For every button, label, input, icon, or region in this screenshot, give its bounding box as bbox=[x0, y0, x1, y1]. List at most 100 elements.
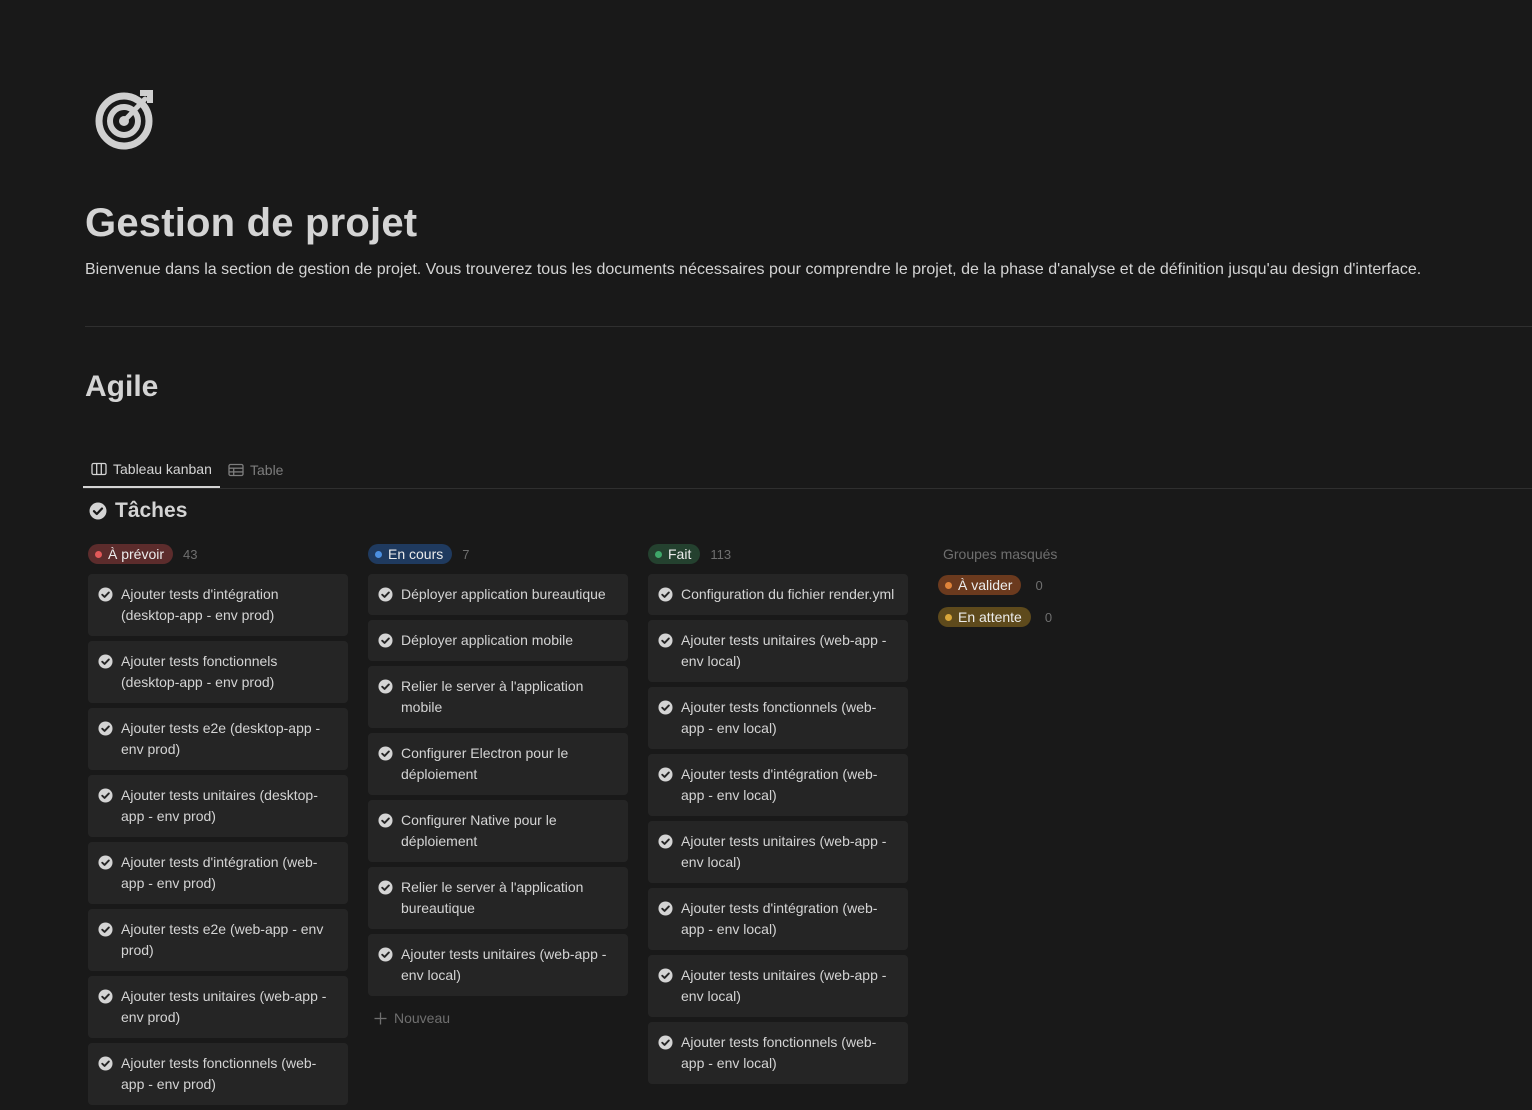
task-card[interactable]: Relier le server à l'application mobile bbox=[368, 666, 628, 728]
hidden-group-row[interactable]: À valider 0 bbox=[938, 575, 1138, 595]
task-card[interactable]: Déployer application mobile bbox=[368, 620, 628, 661]
check-circle-icon bbox=[98, 654, 113, 669]
tab-table[interactable]: Table bbox=[220, 452, 291, 487]
task-card[interactable]: Configurer Native pour le déploiement bbox=[368, 800, 628, 862]
task-card[interactable]: Déployer application bureautique bbox=[368, 574, 628, 615]
task-title: Ajouter tests unitaires (desktop-app - e… bbox=[121, 787, 318, 824]
task-card[interactable]: Ajouter tests fonctionnels (web-app - en… bbox=[648, 687, 908, 749]
task-card[interactable]: Configuration du fichier render.yml bbox=[648, 574, 908, 615]
status-dot bbox=[375, 550, 382, 558]
task-title: Ajouter tests fonctionnels (web-app - en… bbox=[681, 699, 877, 736]
task-title: Ajouter tests unitaires (web-app - env p… bbox=[121, 988, 327, 1025]
task-card[interactable]: Relier le server à l'application bureaut… bbox=[368, 867, 628, 929]
check-circle-icon bbox=[658, 767, 673, 782]
tab-label: Table bbox=[250, 461, 284, 478]
status-label: En cours bbox=[388, 546, 444, 562]
status-dot bbox=[945, 581, 952, 589]
status-pill[interactable]: À prévoir bbox=[88, 544, 174, 564]
task-card[interactable]: Ajouter tests d'intégration (desktop-app… bbox=[88, 574, 348, 636]
task-card[interactable]: Ajouter tests d'intégration (web-app - e… bbox=[648, 754, 908, 816]
task-title: Ajouter tests e2e (web-app - env prod) bbox=[121, 921, 324, 958]
check-circle-icon bbox=[378, 947, 393, 962]
status-dot bbox=[655, 550, 662, 558]
check-circle-icon bbox=[98, 989, 113, 1004]
task-card[interactable]: Ajouter tests unitaires (desktop-app - e… bbox=[88, 775, 348, 837]
task-card[interactable]: Ajouter tests fonctionnels (desktop-app … bbox=[88, 641, 348, 703]
task-title: Ajouter tests d'intégration (web-app - e… bbox=[681, 766, 878, 803]
plus-icon bbox=[374, 1012, 387, 1024]
task-title: Ajouter tests e2e (desktop-app - env pro… bbox=[121, 720, 321, 757]
tab-tableau-kanban[interactable]: Tableau kanban bbox=[83, 452, 220, 488]
check-circle-icon bbox=[658, 834, 673, 849]
new-card-button[interactable]: Nouveau bbox=[368, 1001, 628, 1035]
task-title: Ajouter tests fonctionnels (desktop-app … bbox=[121, 653, 278, 690]
database-title-label: Tâches bbox=[115, 499, 188, 522]
column-count: 43 bbox=[183, 546, 198, 562]
table-icon bbox=[228, 463, 244, 476]
hidden-groups-title[interactable]: Groupes masqués bbox=[938, 543, 1138, 565]
status-label: Fait bbox=[668, 546, 692, 562]
status-label: En attente bbox=[958, 609, 1022, 625]
task-title: Ajouter tests unitaires (web-app - env l… bbox=[401, 946, 607, 983]
check-circle-icon bbox=[98, 721, 113, 736]
task-title: Ajouter tests unitaires (web-app - env l… bbox=[681, 833, 887, 870]
task-title: Ajouter tests d'intégration (web-app - e… bbox=[681, 900, 878, 937]
page-description: Bienvenue dans la section de gestion de … bbox=[85, 261, 1422, 278]
database-title[interactable]: Tâches bbox=[89, 499, 187, 523]
check-circle-icon bbox=[98, 788, 113, 803]
task-card[interactable]: Ajouter tests unitaires (web-app - env l… bbox=[648, 955, 908, 1017]
task-title: Ajouter tests d'intégration (web-app - e… bbox=[121, 854, 318, 891]
task-title: Relier le server à l'application bureaut… bbox=[401, 879, 584, 916]
check-circle-icon bbox=[378, 679, 393, 694]
status-pill-en-attente[interactable]: En attente bbox=[938, 607, 1031, 627]
group-count: 0 bbox=[1044, 609, 1053, 625]
task-title: Configurer Electron pour le déploiement bbox=[401, 745, 569, 782]
status-dot bbox=[95, 550, 102, 558]
check-circle-icon bbox=[98, 1056, 113, 1071]
task-card[interactable]: Ajouter tests e2e (desktop-app - env pro… bbox=[88, 708, 348, 770]
group-count: 0 bbox=[1035, 577, 1043, 593]
divider bbox=[85, 326, 1532, 327]
check-circle-icon bbox=[89, 502, 107, 520]
task-card[interactable]: Ajouter tests unitaires (web-app - env l… bbox=[368, 934, 628, 996]
check-circle-icon bbox=[658, 587, 673, 602]
status-pill[interactable]: En cours bbox=[368, 544, 453, 564]
column-count: 113 bbox=[710, 546, 732, 562]
task-card[interactable]: Ajouter tests fonctionnels (web-app - en… bbox=[88, 1043, 348, 1105]
hidden-group-row[interactable]: En attente 0 bbox=[938, 607, 1138, 627]
task-title: Ajouter tests unitaires (web-app - env l… bbox=[681, 632, 887, 669]
task-card[interactable]: Ajouter tests unitaires (web-app - env l… bbox=[648, 821, 908, 883]
check-circle-icon bbox=[378, 587, 393, 602]
column-fait: Fait 113 Configuration du fichier render.y… bbox=[648, 543, 908, 1089]
status-pill[interactable]: Fait bbox=[648, 544, 701, 564]
check-circle-icon bbox=[378, 813, 393, 828]
task-card[interactable]: Ajouter tests unitaires (web-app - env l… bbox=[648, 620, 908, 682]
task-card[interactable]: Ajouter tests d'intégration (web-app - e… bbox=[648, 888, 908, 950]
task-card[interactable]: Ajouter tests fonctionnels (web-app - en… bbox=[648, 1022, 908, 1084]
check-circle-icon bbox=[658, 700, 673, 715]
target-icon[interactable] bbox=[93, 86, 159, 152]
task-card[interactable]: Ajouter tests e2e (web-app - env prod) bbox=[88, 909, 348, 971]
tab-label: Tableau kanban bbox=[113, 461, 212, 477]
column-header: Fait 113 bbox=[648, 543, 908, 565]
hidden-groups: Groupes masqués À valider 0 En attente 0 bbox=[938, 543, 1138, 639]
task-card[interactable]: Ajouter tests d'intégration (web-app - e… bbox=[88, 842, 348, 904]
board-icon bbox=[91, 462, 107, 476]
check-circle-icon bbox=[98, 587, 113, 602]
check-circle-icon bbox=[378, 633, 393, 648]
task-title: Déployer application mobile bbox=[401, 632, 573, 648]
check-circle-icon bbox=[658, 901, 673, 916]
task-card[interactable]: Ajouter tests unitaires (web-app - env p… bbox=[88, 976, 348, 1038]
check-circle-icon bbox=[658, 1035, 673, 1050]
status-dot bbox=[945, 613, 952, 621]
status-label: À valider bbox=[958, 577, 1013, 593]
task-card[interactable]: Configurer Electron pour le déploiement bbox=[368, 733, 628, 795]
task-title: Déployer application bureautique bbox=[401, 586, 606, 602]
page-title: Gestion de projet bbox=[85, 201, 418, 245]
task-title: Ajouter tests fonctionnels (web-app - en… bbox=[121, 1055, 317, 1092]
column-en-cours: En cours 7 Déployer application bureautiqu… bbox=[368, 543, 628, 1035]
status-pill-a-valider[interactable]: À valider bbox=[938, 575, 1022, 595]
new-card-label: Nouveau bbox=[394, 1010, 451, 1026]
task-title: Ajouter tests unitaires (web-app - env l… bbox=[681, 967, 887, 1004]
check-circle-icon bbox=[98, 922, 113, 937]
